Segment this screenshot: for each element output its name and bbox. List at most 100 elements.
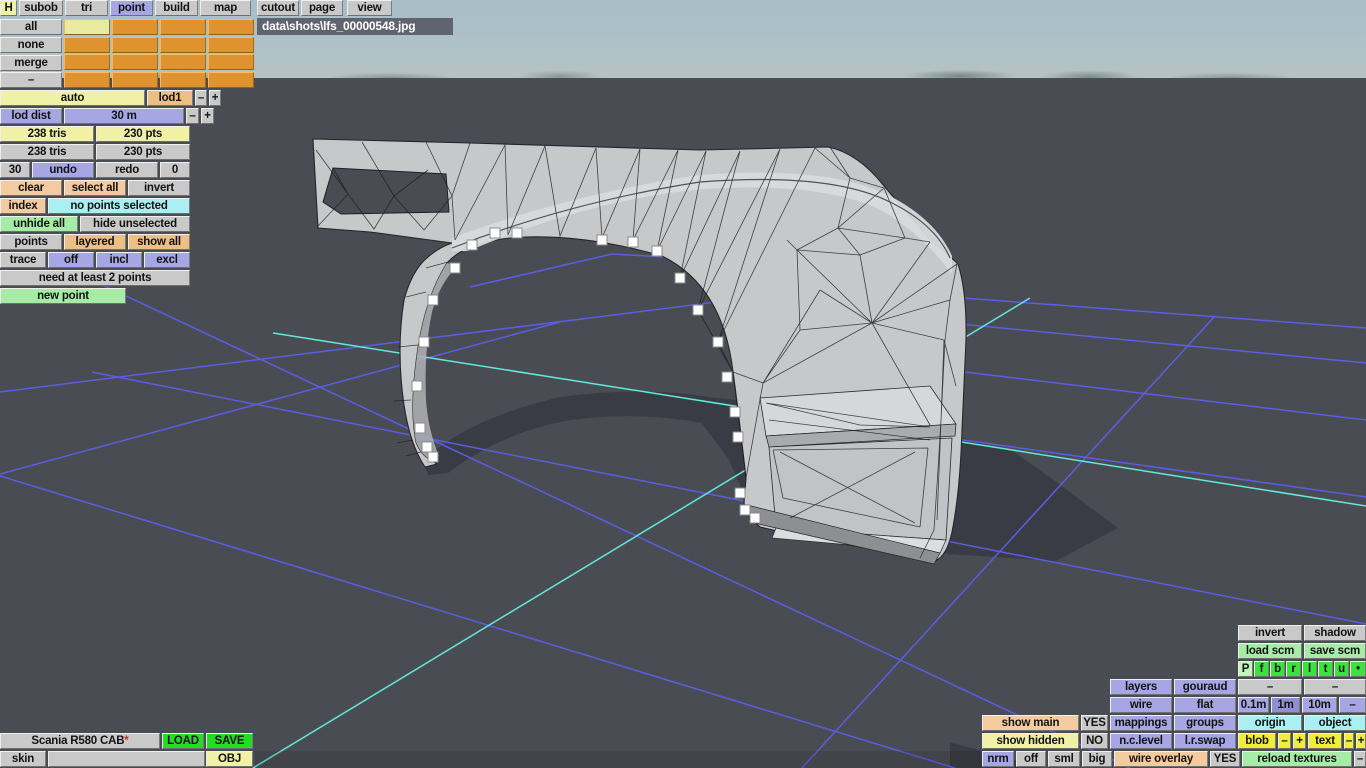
subobject-cell[interactable] (208, 19, 254, 35)
nrm-big-button[interactable]: big (1082, 751, 1112, 767)
point-marker[interactable] (712, 336, 724, 348)
layers-button[interactable]: layers (1110, 679, 1172, 695)
undo-button[interactable]: undo (32, 162, 94, 178)
mesh-model[interactable] (312, 138, 967, 565)
grid-1m-button[interactable]: 1m (1271, 697, 1300, 713)
grid-dash-button[interactable]: – (1339, 697, 1366, 713)
subobject-cell[interactable] (112, 71, 158, 88)
tab-map[interactable]: map (200, 0, 251, 16)
skin-button[interactable]: skin (0, 751, 46, 767)
view-b-button[interactable]: b (1270, 661, 1285, 677)
lod-plus-button[interactable]: + (209, 90, 221, 106)
point-marker[interactable] (692, 304, 704, 316)
lod-minus-button[interactable]: – (195, 90, 207, 106)
obj-button[interactable]: OBJ (206, 751, 253, 767)
origin-button[interactable]: origin (1238, 715, 1302, 731)
text-minus-button[interactable]: – (1344, 733, 1354, 749)
point-marker[interactable] (739, 504, 751, 516)
save-scm-button[interactable]: save scm (1304, 643, 1366, 659)
point-marker[interactable] (411, 380, 423, 392)
point-marker[interactable] (466, 239, 478, 251)
subobj-dash[interactable]: – (0, 72, 62, 88)
shadow-button[interactable]: shadow (1304, 625, 1366, 641)
blob-button[interactable]: blob (1238, 733, 1276, 749)
show-main-yes[interactable]: YES (1081, 715, 1108, 731)
flat-button[interactable]: flat (1174, 697, 1236, 713)
invert-selection-button[interactable]: invert (128, 180, 190, 196)
nrm-off-button[interactable]: off (1016, 751, 1046, 767)
hide-unselected-button[interactable]: hide unselected (80, 216, 190, 232)
point-marker[interactable] (627, 236, 639, 248)
subobject-cell[interactable] (160, 19, 206, 35)
wire-overlay-button[interactable]: wire overlay (1114, 751, 1208, 767)
subobject-cell[interactable] (208, 54, 254, 70)
point-marker[interactable] (732, 431, 744, 443)
trace-incl-button[interactable]: incl (96, 252, 142, 268)
point-marker[interactable] (427, 294, 439, 306)
redo-button[interactable]: redo (96, 162, 158, 178)
tab-view[interactable]: view (347, 0, 392, 16)
point-marker[interactable] (489, 227, 501, 239)
subobj-merge[interactable]: merge (0, 55, 62, 71)
tab-build[interactable]: build (155, 0, 198, 16)
subobject-cell[interactable] (64, 36, 110, 53)
layered-button[interactable]: layered (64, 234, 126, 250)
lod1-button[interactable]: lod1 (147, 90, 193, 106)
subobject-cell[interactable] (160, 54, 206, 70)
grid-01m-button[interactable]: 0.1m (1238, 697, 1269, 713)
point-marker[interactable] (734, 487, 746, 499)
point-marker[interactable] (674, 272, 686, 284)
text-plus-button[interactable]: + (1356, 733, 1366, 749)
load-scm-button[interactable]: load scm (1238, 643, 1302, 659)
lr-swap-button[interactable]: l.r.swap (1174, 733, 1236, 749)
trace-button[interactable]: trace (0, 252, 46, 268)
tab-point[interactable]: point (110, 0, 153, 16)
subobject-cell[interactable] (208, 36, 254, 53)
nc-level-button[interactable]: n.c.level (1110, 733, 1172, 749)
subobject-cell[interactable] (160, 36, 206, 53)
view-l-button[interactable]: l (1302, 661, 1317, 677)
view-dot-icon[interactable]: • (1350, 661, 1366, 677)
unhide-all-button[interactable]: unhide all (0, 216, 78, 232)
new-point-button[interactable]: new point (0, 288, 126, 304)
gouraud-button[interactable]: gouraud (1174, 679, 1236, 695)
points-button[interactable]: points (0, 234, 62, 250)
tab-tri[interactable]: tri (65, 0, 108, 16)
point-marker[interactable] (449, 262, 461, 274)
lod-dist-label[interactable]: lod dist (0, 108, 62, 124)
load-button[interactable]: LOAD (162, 733, 204, 749)
grid-10m-button[interactable]: 10m (1302, 697, 1337, 713)
view-f-button[interactable]: f (1254, 661, 1269, 677)
trace-excl-button[interactable]: excl (144, 252, 190, 268)
point-marker[interactable] (729, 406, 741, 418)
lod-auto-button[interactable]: auto (0, 90, 145, 106)
show-hidden-no[interactable]: NO (1081, 733, 1108, 749)
point-marker[interactable] (421, 441, 433, 453)
layers-dash2-button[interactable]: – (1304, 679, 1366, 695)
subobject-cell[interactable] (64, 19, 110, 35)
subobject-cell[interactable] (112, 54, 158, 70)
tab-cutout[interactable]: cutout (257, 0, 299, 16)
select-all-button[interactable]: select all (64, 180, 126, 196)
subobj-all[interactable]: all (0, 19, 62, 35)
view-t-button[interactable]: t (1318, 661, 1333, 677)
point-marker[interactable] (596, 234, 608, 246)
lod-dist-value[interactable]: 30 m (64, 108, 184, 124)
subobject-cell[interactable] (208, 71, 254, 88)
point-marker[interactable] (414, 422, 426, 434)
subobject-cell[interactable] (112, 19, 158, 35)
view-r-button[interactable]: r (1286, 661, 1301, 677)
blob-plus-button[interactable]: + (1293, 733, 1306, 749)
wire-overlay-yes[interactable]: YES (1210, 751, 1240, 767)
point-marker[interactable] (721, 371, 733, 383)
subobject-cell[interactable] (64, 54, 110, 70)
nrm-sml-button[interactable]: sml (1048, 751, 1080, 767)
menu-h-button[interactable]: H (0, 0, 17, 16)
point-marker[interactable] (418, 336, 430, 348)
point-marker[interactable] (427, 451, 439, 463)
save-button[interactable]: SAVE (206, 733, 253, 749)
groups-button[interactable]: groups (1174, 715, 1236, 731)
trace-off-button[interactable]: off (48, 252, 94, 268)
skin-name-field[interactable] (48, 751, 205, 767)
subobject-cell[interactable] (160, 71, 206, 88)
